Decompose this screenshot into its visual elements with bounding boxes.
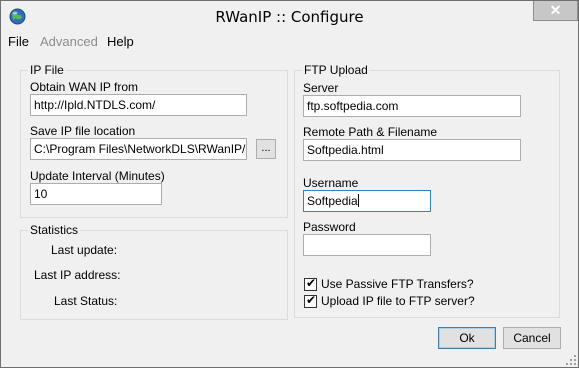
- browse-button[interactable]: ...: [256, 139, 276, 159]
- username-label: Username: [303, 176, 359, 190]
- username-value: Softpedia: [307, 194, 358, 208]
- last-status-label: Last Status:: [54, 294, 118, 308]
- upload-ftp-label: Upload IP file to FTP server?: [321, 294, 475, 308]
- save-ip-file-input[interactable]: C:\Program Files\NetworkDLS\RWanIP/Las: [30, 138, 247, 160]
- passive-ftp-checkbox-row[interactable]: ✔ Use Passive FTP Transfers?: [304, 276, 474, 292]
- dialog-client: IP File Obtain WAN IP from http://Ipld.N…: [9, 54, 570, 359]
- last-ip-label: Last IP address:: [34, 268, 121, 282]
- menu-file[interactable]: File: [8, 34, 29, 49]
- title-bar[interactable]: RWanIP :: Configure ✕: [1, 1, 578, 32]
- close-icon: ✕: [549, 2, 562, 18]
- configure-window: RWanIP :: Configure ✕ File Advanced Help…: [0, 0, 579, 368]
- passive-ftp-checkbox[interactable]: ✔: [304, 275, 317, 291]
- save-ip-file-label: Save IP file location: [30, 124, 136, 138]
- upload-ftp-checkbox[interactable]: ✔: [304, 292, 317, 308]
- obtain-wan-ip-label: Obtain WAN IP from: [30, 80, 139, 94]
- menu-advanced[interactable]: Advanced: [40, 34, 98, 49]
- passive-ftp-label: Use Passive FTP Transfers?: [321, 277, 474, 291]
- cancel-button[interactable]: Cancel: [503, 327, 561, 349]
- update-interval-input[interactable]: 10: [30, 183, 162, 205]
- window-title: RWanIP :: Configure: [215, 8, 364, 26]
- menu-help[interactable]: Help: [107, 34, 134, 49]
- password-label: Password: [303, 220, 356, 234]
- ip-file-group-title: IP File: [28, 63, 66, 77]
- remote-path-input[interactable]: Softpedia.html: [303, 139, 521, 161]
- username-input[interactable]: Softpedia: [303, 190, 431, 212]
- obtain-wan-ip-input[interactable]: http://Ipld.NTDLS.com/: [30, 94, 247, 116]
- last-update-label: Last update:: [51, 243, 118, 257]
- upload-ftp-checkbox-row[interactable]: ✔ Upload IP file to FTP server?: [304, 293, 475, 309]
- update-interval-label: Update Interval (Minutes): [30, 169, 165, 183]
- check-icon: ✔: [306, 275, 317, 290]
- check-icon: ✔: [306, 292, 317, 307]
- resize-grip-icon[interactable]: [566, 355, 576, 365]
- close-button[interactable]: ✕: [533, 1, 578, 21]
- remote-path-label: Remote Path & Filename: [303, 125, 438, 139]
- statistics-group-title: Statistics: [28, 223, 81, 237]
- ftp-upload-group-title: FTP Upload: [302, 63, 370, 77]
- menu-bar: File Advanced Help: [1, 32, 578, 52]
- ok-button[interactable]: Ok: [438, 327, 496, 349]
- server-label: Server: [303, 81, 339, 95]
- text-caret: [357, 194, 359, 207]
- server-input[interactable]: ftp.softpedia.com: [303, 95, 521, 117]
- password-input[interactable]: [303, 234, 431, 256]
